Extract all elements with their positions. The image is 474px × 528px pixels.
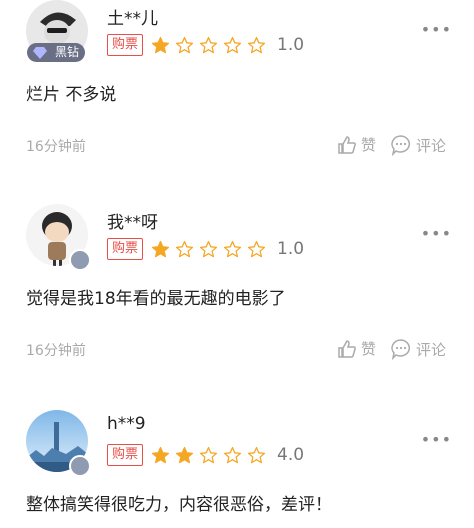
like-label: 赞 <box>361 136 377 154</box>
like-label: 赞 <box>361 340 377 358</box>
like-button[interactable]: 赞 <box>337 134 376 155</box>
reply-label: 评论 <box>416 340 447 359</box>
level-badge <box>69 249 91 271</box>
more-options-button[interactable]: ••• <box>421 22 452 38</box>
star-empty-icon <box>199 36 218 53</box>
username[interactable]: 土**儿 <box>107 4 158 29</box>
score: 1.0 <box>277 239 305 259</box>
comment-text: 觉得是我18年看的最无趣的电影了 <box>26 289 286 309</box>
star-rating <box>151 446 271 465</box>
star-empty-icon <box>223 240 242 257</box>
star-rating <box>151 36 271 55</box>
black-diamond-badge: 黑钻 <box>27 43 85 62</box>
ellipsis-icon: ••• <box>420 224 452 243</box>
timestamp: 16分钟前 <box>26 343 86 359</box>
review-item: h**9 ••• 购票 4.0 整体搞笑得很吃力，内容很恶俗，差评！ <box>0 410 474 528</box>
star-filled-icon <box>151 446 170 463</box>
rating-row: 购票 1.0 <box>107 32 304 58</box>
badge-label: 黑钻 <box>54 45 79 59</box>
star-filled-icon <box>151 240 170 257</box>
star-empty-icon <box>175 240 194 257</box>
ellipsis-icon: ••• <box>420 430 452 449</box>
star-empty-icon <box>223 36 242 53</box>
more-options-button[interactable]: ••• <box>421 226 452 242</box>
ellipsis-icon: ••• <box>420 20 452 39</box>
thumb-up-icon <box>338 339 356 358</box>
level-badge <box>69 455 91 477</box>
star-filled-icon <box>151 36 170 53</box>
star-rating <box>151 240 271 259</box>
rating-row: 购票 1.0 <box>107 236 304 262</box>
reply-button[interactable]: 评论 <box>390 338 446 360</box>
star-filled-icon <box>175 446 194 463</box>
speech-bubble-icon <box>391 135 410 156</box>
star-empty-icon <box>247 446 266 463</box>
timestamp: 16分钟前 <box>26 139 86 155</box>
comment-text: 烂片 不多说 <box>26 85 117 105</box>
purchase-tag: 购票 <box>107 238 144 260</box>
purchase-tag: 购票 <box>107 34 144 56</box>
reply-button[interactable]: 评论 <box>390 134 446 156</box>
star-empty-icon <box>199 446 218 463</box>
purchase-tag: 购票 <box>107 444 144 466</box>
score: 4.0 <box>277 445 305 465</box>
reply-label: 评论 <box>416 136 447 155</box>
speech-bubble-icon <box>391 339 410 360</box>
like-button[interactable]: 赞 <box>337 338 376 359</box>
star-empty-icon <box>175 36 194 53</box>
score: 1.0 <box>277 35 305 55</box>
star-empty-icon <box>199 240 218 257</box>
review-item: 黑钻 土**儿 ••• 购票 1.0 烂片 不多说 16分钟前 赞 评论 <box>0 0 474 204</box>
thumb-up-icon <box>338 135 356 154</box>
comment-text: 整体搞笑得很吃力，内容很恶俗，差评！ <box>26 495 332 515</box>
more-options-button[interactable]: ••• <box>421 432 452 448</box>
star-empty-icon <box>247 36 266 53</box>
username[interactable]: h**9 <box>107 414 146 434</box>
star-empty-icon <box>223 446 242 463</box>
star-empty-icon <box>247 240 266 257</box>
diamond-icon <box>33 47 47 59</box>
review-item: 我**呀 ••• 购票 1.0 觉得是我18年看的最无趣的电影了 16分钟前 赞… <box>0 204 474 408</box>
rating-row: 购票 4.0 <box>107 442 304 468</box>
username[interactable]: 我**呀 <box>107 208 158 233</box>
